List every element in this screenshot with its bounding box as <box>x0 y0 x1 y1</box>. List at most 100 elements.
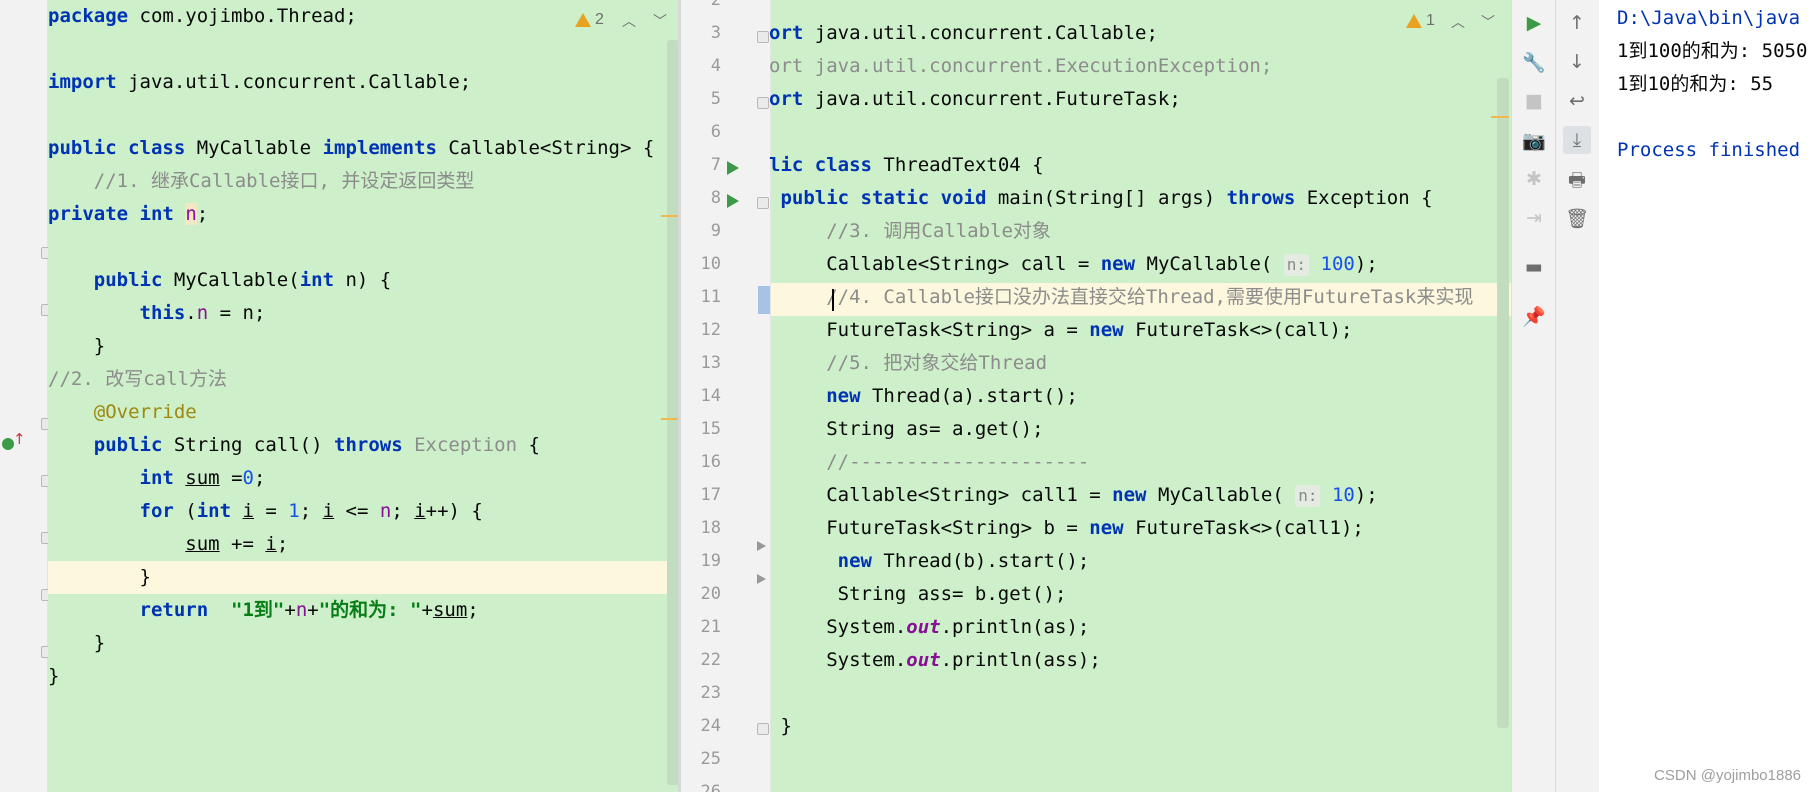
right-warning-badge[interactable]: 1 <box>1406 12 1435 30</box>
code-line[interactable]: //1. 继承Callable接口, 并设定返回类型 <box>48 165 475 198</box>
code-line[interactable]: ort java.util.concurrent.ExecutionExcept… <box>769 50 1272 83</box>
left-warning-badge[interactable]: 2 <box>575 11 604 29</box>
code-line[interactable]: String ass= b.get(); <box>769 578 1067 611</box>
right-gutter[interactable]: 2 3 4 5 6 7 8 9 10 11 12 13 14 15 16 17 18 19 20 21 22 23 24 25… <box>681 0 771 792</box>
code-line[interactable]: public static void main(String[] args) t… <box>769 182 1432 215</box>
line-number[interactable]: 23 <box>681 677 721 710</box>
line-number[interactable]: 19 <box>681 545 721 578</box>
fold-arrow-icon[interactable] <box>757 541 766 551</box>
line-number[interactable]: 8 <box>681 182 721 215</box>
line-number[interactable]: 5 <box>681 83 721 116</box>
prev-highlight-icon[interactable]: ︿ <box>622 11 636 31</box>
code-line[interactable]: lic class ThreadText04 { <box>769 149 1044 182</box>
run-main-icon[interactable] <box>727 194 739 208</box>
pin-icon[interactable]: 📌 <box>1520 302 1548 330</box>
rerun-icon[interactable]: ▶ <box>1520 9 1548 37</box>
code-line[interactable]: return "1到"+n+"的和为: "+sum; <box>48 594 479 627</box>
code-line[interactable]: sum += i; <box>48 528 288 561</box>
next-highlight-icon[interactable]: ﹀ <box>653 11 667 31</box>
line-number[interactable]: 25 <box>681 743 721 776</box>
line-number[interactable]: 2 <box>681 0 721 17</box>
line-number[interactable]: 11 <box>681 281 721 314</box>
camera-icon[interactable]: 📷 <box>1520 126 1548 154</box>
print-icon[interactable]: 🖶 <box>1563 168 1591 196</box>
debug-bug-icon[interactable]: ✱ <box>1520 165 1548 193</box>
code-line[interactable]: } <box>48 660 59 693</box>
scroll-to-end-icon[interactable]: ⤓ <box>1563 126 1591 154</box>
left-code-area[interactable]: package com.yojimbo.Thread; import java.u… <box>48 0 681 792</box>
code-line[interactable]: Callable<String> call1 = new MyCallable(… <box>769 479 1378 512</box>
line-number[interactable]: 15 <box>681 413 721 446</box>
line-number[interactable]: 7 <box>681 149 721 182</box>
code-line[interactable]: //5. 把对象交给Thread <box>769 347 1047 380</box>
code-line[interactable]: } <box>48 561 151 594</box>
right-code-area[interactable]: ort java.util.concurrent.Callable; ort ja… <box>769 0 1511 792</box>
code-line[interactable]: public class MyCallable implements Calla… <box>48 132 654 165</box>
line-number[interactable]: 13 <box>681 347 721 380</box>
line-number[interactable]: 3 <box>681 17 721 50</box>
code-line[interactable]: @Override <box>48 396 197 429</box>
line-number[interactable]: 21 <box>681 611 721 644</box>
code-line[interactable]: //2. 改写call方法 <box>48 363 227 396</box>
line-number[interactable]: 12 <box>681 314 721 347</box>
stop-icon[interactable]: ■ <box>1520 87 1548 115</box>
override-arrow-icon[interactable]: ↑ <box>13 432 26 447</box>
code-line[interactable]: public String call() throws Exception { <box>48 429 540 462</box>
code-line[interactable]: FutureTask<String> b = new FutureTask<>(… <box>769 512 1364 545</box>
code-line[interactable]: import java.util.concurrent.Callable; <box>48 66 471 99</box>
code-line[interactable]: public MyCallable(int n) { <box>48 264 391 297</box>
code-line[interactable]: Callable<String> call = new MyCallable( … <box>769 248 1378 281</box>
code-line[interactable]: } <box>48 627 105 660</box>
line-number[interactable]: 6 <box>681 116 721 149</box>
code-line[interactable]: for (int i = 1; i <= n; i++) { <box>48 495 483 528</box>
line-number[interactable]: 16 <box>681 446 721 479</box>
arrow-up-icon[interactable]: ↑ <box>1563 9 1591 37</box>
line-number[interactable]: 26 <box>681 776 721 792</box>
code-line[interactable]: new Thread(a).start(); <box>769 380 1078 413</box>
arrow-down-icon[interactable]: ↓ <box>1563 48 1591 76</box>
run-console[interactable]: D:\Java\bin\java 1到100的和为: 5050 1到10的和为:… <box>1599 0 1811 792</box>
prev-highlight-icon[interactable]: ︿ <box>1451 12 1465 32</box>
code-line[interactable]: String as= a.get(); <box>769 413 1043 446</box>
soft-wrap-icon[interactable]: ↩ <box>1563 87 1591 115</box>
fold-marker-icon[interactable] <box>757 97 769 109</box>
line-number[interactable]: 10 <box>681 248 721 281</box>
code-line[interactable]: //4. Callable接口没办法直接交给Thread,需要使用FutureT… <box>769 281 1473 314</box>
exit-icon[interactable]: ⇥ <box>1520 204 1548 232</box>
layout-icon[interactable]: ▬ <box>1520 253 1548 281</box>
code-line[interactable]: FutureTask<String> a = new FutureTask<>(… <box>769 314 1352 347</box>
wrench-icon[interactable]: 🔧 <box>1520 48 1548 76</box>
code-line[interactable]: this.n = n; <box>48 297 266 330</box>
line-number[interactable]: 22 <box>681 644 721 677</box>
code-line[interactable]: } <box>48 330 105 363</box>
line-number[interactable]: 4 <box>681 50 721 83</box>
code-line[interactable]: new Thread(b).start(); <box>769 545 1090 578</box>
left-gutter[interactable]: ↑ <box>0 0 53 792</box>
code-line[interactable]: private int n; <box>48 198 208 231</box>
run-class-icon[interactable] <box>727 161 739 175</box>
line-number[interactable]: 20 <box>681 578 721 611</box>
next-highlight-icon[interactable]: ﹀ <box>1481 12 1495 32</box>
code-line[interactable]: int sum =0; <box>48 462 266 495</box>
line-number[interactable]: 9 <box>681 215 721 248</box>
code-line[interactable]: System.out.println(ass); <box>769 644 1101 677</box>
code-line[interactable]: //3. 调用Callable对象 <box>769 215 1051 248</box>
fold-arrow-icon[interactable] <box>757 574 766 584</box>
left-editor-pane[interactable]: ↑ package com.yojimbo.Thread; import java… <box>0 0 681 792</box>
fold-marker-icon[interactable] <box>757 31 769 43</box>
trash-icon[interactable]: 🗑 <box>1563 204 1591 232</box>
right-editor-pane[interactable]: 2 3 4 5 6 7 8 9 10 11 12 13 14 15 16 17 18 19 20 21 22 23 24 25… <box>681 0 1511 792</box>
code-line[interactable]: package com.yojimbo.Thread; <box>48 0 357 33</box>
code-line[interactable]: //--------------------- <box>769 446 1089 479</box>
code-line[interactable]: } <box>769 710 791 743</box>
line-number[interactable]: 14 <box>681 380 721 413</box>
line-number[interactable]: 24 <box>681 710 721 743</box>
line-number[interactable]: 18 <box>681 512 721 545</box>
line-number[interactable]: 17 <box>681 479 721 512</box>
code-line[interactable]: System.out.println(as); <box>769 611 1089 644</box>
right-scrollbar[interactable] <box>1497 78 1509 728</box>
fold-marker-icon[interactable] <box>757 197 769 209</box>
fold-marker-icon[interactable] <box>757 723 769 735</box>
code-line[interactable]: ort java.util.concurrent.FutureTask; <box>769 83 1181 116</box>
code-line[interactable]: ort java.util.concurrent.Callable; <box>769 17 1158 50</box>
